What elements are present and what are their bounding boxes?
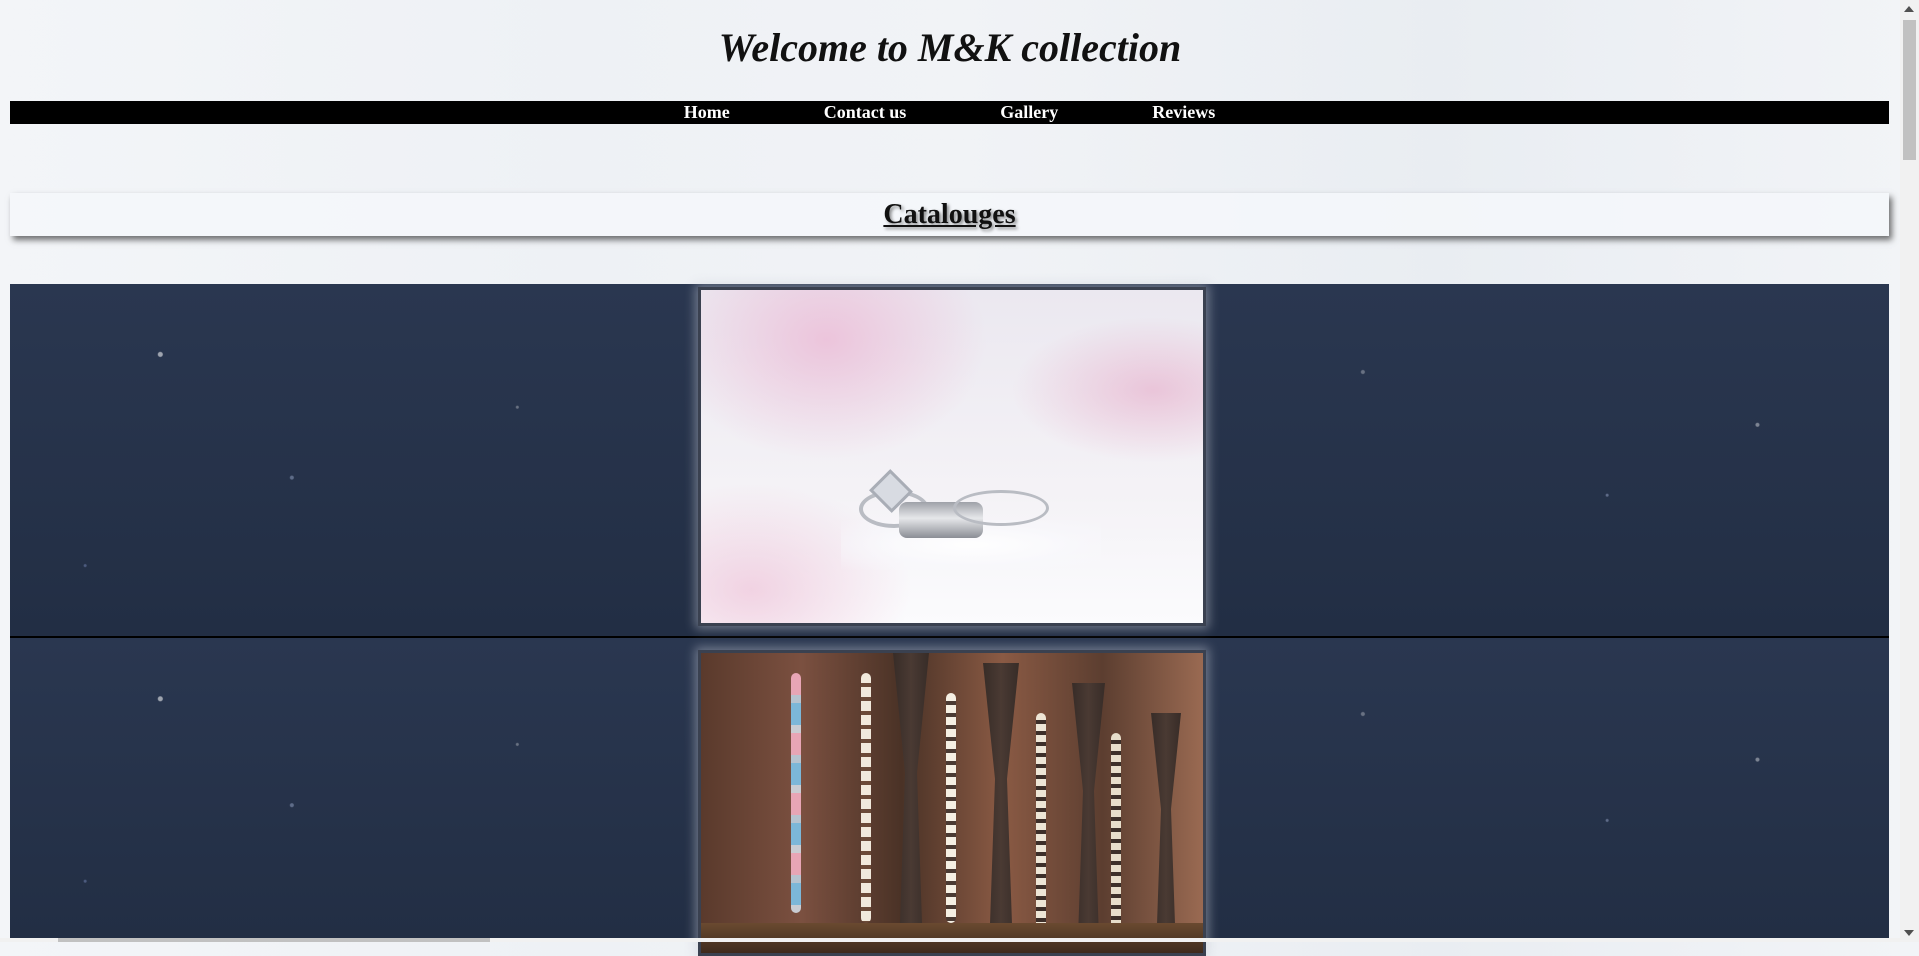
thin-band-icon [953,490,1049,526]
nav-contact-link[interactable]: Contact us [824,101,907,124]
shell-necklace-icon [861,673,871,923]
pearl-necklace-icon [946,693,956,923]
navbar: Home Contact us Gallery Reviews [10,101,1889,124]
nav-home-link[interactable]: Home [684,101,730,124]
site-title: Welcome to M&K collection [718,25,1182,70]
page: Welcome to M&K collection Home Contact u… [0,0,1900,956]
bust-stand-icon [983,663,1019,953]
pearl-necklace-icon [1111,733,1121,933]
beaded-necklace-icon [791,673,801,913]
bust-stand-icon [1072,683,1105,953]
horizontal-scrollbar-thumb[interactable] [58,938,490,942]
catalog-row [10,638,1889,956]
scroll-down-arrow-icon[interactable] [1904,930,1914,936]
catalog-heading-box: Catalouges [10,193,1889,236]
vertical-scrollbar[interactable] [1900,0,1919,942]
vertical-scrollbar-thumb[interactable] [1903,20,1916,160]
necklaces-photo[interactable] [698,650,1206,956]
bust-stand-icon [1151,713,1181,953]
rings-photo[interactable] [698,287,1206,626]
catalog-row [10,284,1889,638]
bust-stand-icon [893,653,929,953]
scroll-up-arrow-icon[interactable] [1904,6,1914,12]
horizontal-scrollbar[interactable] [0,938,1900,942]
nav-gallery-link[interactable]: Gallery [1000,101,1058,124]
pearl-necklace-icon [1036,713,1046,933]
nav-reviews-link[interactable]: Reviews [1152,101,1215,124]
catalog-heading: Catalouges [883,198,1016,230]
